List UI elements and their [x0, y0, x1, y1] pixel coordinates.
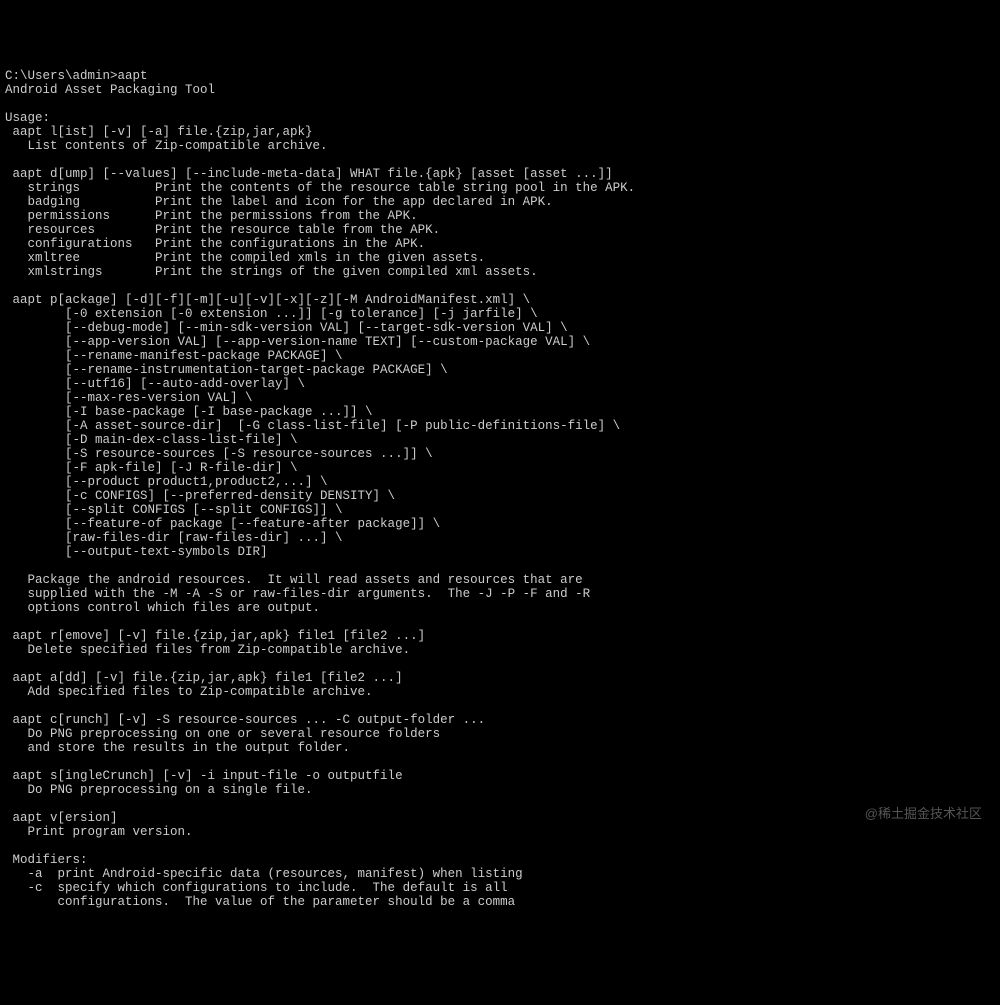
terminal-line: [-S resource-sources [-S resource-source… — [5, 447, 995, 461]
terminal-line: [--app-version VAL] [--app-version-name … — [5, 335, 995, 349]
terminal-line: [raw-files-dir [raw-files-dir] ...] \ — [5, 531, 995, 545]
terminal-line: aapt c[runch] [-v] -S resource-sources .… — [5, 713, 995, 727]
terminal-line: badging Print the label and icon for the… — [5, 195, 995, 209]
terminal-line: and store the results in the output fold… — [5, 741, 995, 755]
terminal-line: [--product product1,product2,...] \ — [5, 475, 995, 489]
terminal-line — [5, 657, 995, 671]
terminal-line: xmlstrings Print the strings of the give… — [5, 265, 995, 279]
terminal-line — [5, 559, 995, 573]
terminal-line: Android Asset Packaging Tool — [5, 83, 995, 97]
terminal-line: [--feature-of package [--feature-after p… — [5, 517, 995, 531]
terminal-line: Do PNG preprocessing on a single file. — [5, 783, 995, 797]
terminal-line — [5, 615, 995, 629]
terminal-line — [5, 839, 995, 853]
terminal-line: List contents of Zip-compatible archive. — [5, 139, 995, 153]
terminal-line: -a print Android-specific data (resource… — [5, 867, 995, 881]
terminal-line: aapt d[ump] [--values] [--include-meta-d… — [5, 167, 995, 181]
terminal-line: [-c CONFIGS] [--preferred-density DENSIT… — [5, 489, 995, 503]
terminal-line: [-D main-dex-class-list-file] \ — [5, 433, 995, 447]
terminal-line: [-F apk-file] [-J R-file-dir] \ — [5, 461, 995, 475]
terminal-line: aapt p[ackage] [-d][-f][-m][-u][-v][-x][… — [5, 293, 995, 307]
terminal-line: configurations Print the configurations … — [5, 237, 995, 251]
terminal-line: [--rename-instrumentation-target-package… — [5, 363, 995, 377]
terminal-line: aapt l[ist] [-v] [-a] file.{zip,jar,apk} — [5, 125, 995, 139]
terminal-line: aapt v[ersion] — [5, 811, 995, 825]
terminal-line: [--split CONFIGS [--split CONFIGS]] \ — [5, 503, 995, 517]
terminal-line: Delete specified files from Zip-compatib… — [5, 643, 995, 657]
terminal-line: [--utf16] [--auto-add-overlay] \ — [5, 377, 995, 391]
terminal-line: xmltree Print the compiled xmls in the g… — [5, 251, 995, 265]
terminal-line: options control which files are output. — [5, 601, 995, 615]
terminal-line: [--rename-manifest-package PACKAGE] \ — [5, 349, 995, 363]
terminal-line — [5, 279, 995, 293]
terminal-line: -c specify which configurations to inclu… — [5, 881, 995, 895]
terminal-line: Package the android resources. It will r… — [5, 573, 995, 587]
terminal-line — [5, 755, 995, 769]
terminal-line: aapt s[ingleCrunch] [-v] -i input-file -… — [5, 769, 995, 783]
terminal-line: strings Print the contents of the resour… — [5, 181, 995, 195]
terminal-line: resources Print the resource table from … — [5, 223, 995, 237]
terminal-line — [5, 153, 995, 167]
terminal-line: Add specified files to Zip-compatible ar… — [5, 685, 995, 699]
terminal-line: C:\Users\admin>aapt — [5, 69, 995, 83]
terminal-line: configurations. The value of the paramet… — [5, 895, 995, 909]
terminal-line: Print program version. — [5, 825, 995, 839]
terminal-line: Do PNG preprocessing on one or several r… — [5, 727, 995, 741]
watermark: @稀土掘金技术社区 — [865, 807, 982, 821]
terminal-line: [-I base-package [-I base-package ...]] … — [5, 405, 995, 419]
terminal-line: supplied with the -M -A -S or raw-files-… — [5, 587, 995, 601]
terminal-line: [--output-text-symbols DIR] — [5, 545, 995, 559]
terminal-line: [--debug-mode] [--min-sdk-version VAL] [… — [5, 321, 995, 335]
terminal-line — [5, 699, 995, 713]
terminal-line: permissions Print the permissions from t… — [5, 209, 995, 223]
terminal-line: Usage: — [5, 111, 995, 125]
terminal-line — [5, 97, 995, 111]
terminal-line: [--max-res-version VAL] \ — [5, 391, 995, 405]
terminal-output: C:\Users\admin>aaptAndroid Asset Packagi… — [0, 69, 1000, 909]
terminal-line: aapt r[emove] [-v] file.{zip,jar,apk} fi… — [5, 629, 995, 643]
terminal-line: aapt a[dd] [-v] file.{zip,jar,apk} file1… — [5, 671, 995, 685]
terminal-line: [-A asset-source-dir] [-G class-list-fil… — [5, 419, 995, 433]
terminal-line: [-0 extension [-0 extension ...]] [-g to… — [5, 307, 995, 321]
terminal-line — [5, 797, 995, 811]
